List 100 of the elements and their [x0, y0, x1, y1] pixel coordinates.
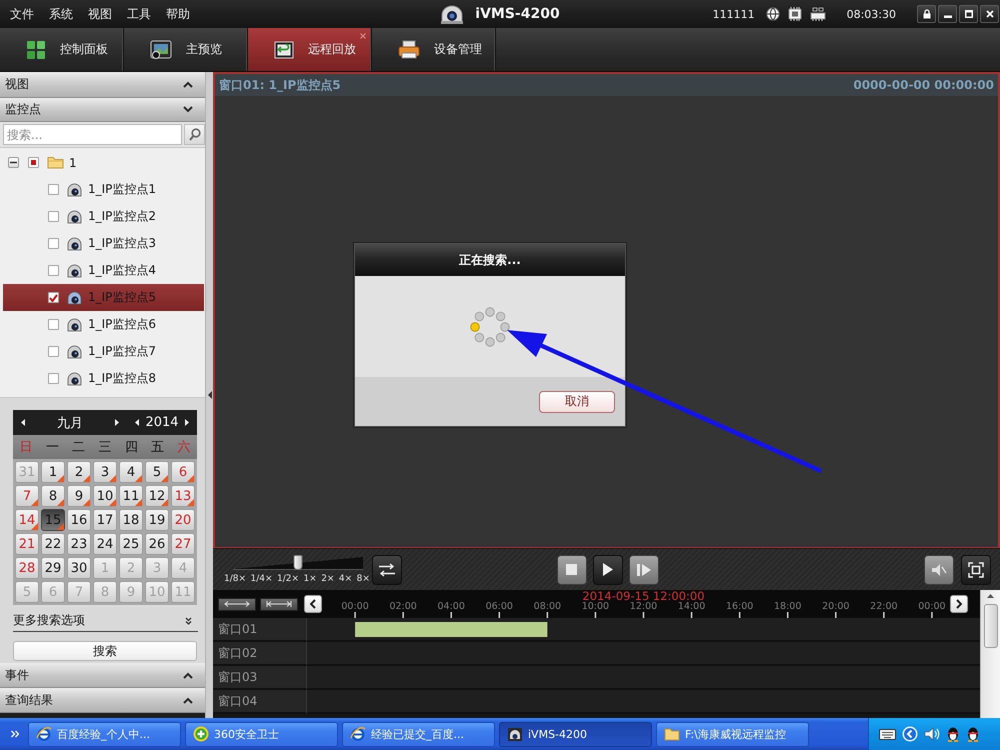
weekday-label: 二 — [72, 439, 86, 456]
tab[interactable]: 控制面板 — [0, 28, 124, 71]
calendar-day[interactable]: 13 — [171, 485, 195, 507]
calendar-day[interactable]: 11 — [119, 485, 143, 507]
zoom-fit-button[interactable] — [260, 598, 298, 610]
stop-icon — [566, 564, 577, 575]
step-forward-button[interactable] — [628, 554, 658, 584]
calendar-day[interactable]: 26 — [145, 533, 169, 555]
calendar-day[interactable]: 8 — [41, 485, 65, 507]
speaker-icon[interactable] — [924, 727, 940, 741]
chevron-right-icon — [956, 599, 962, 609]
calendar-day[interactable]: 1 — [41, 461, 65, 483]
calendar-day[interactable]: 9 — [67, 485, 91, 507]
penguin-icon[interactable] — [946, 726, 960, 742]
calendar-day[interactable]: 19 — [145, 509, 169, 531]
menu-item[interactable]: 工具 — [127, 6, 151, 22]
calendar-day[interactable]: 12 — [145, 485, 169, 507]
panel-header[interactable]: 视图 — [0, 72, 205, 98]
menu-item[interactable]: 帮助 — [166, 6, 190, 22]
search-button[interactable] — [184, 124, 205, 145]
checkbox[interactable] — [48, 265, 59, 276]
calendar-day[interactable]: 20 — [171, 509, 195, 531]
search-button[interactable]: 搜索 — [13, 641, 197, 661]
cancel-button[interactable]: 取消 — [539, 390, 615, 412]
tree-toggle[interactable] — [8, 157, 19, 168]
panel-header[interactable]: 监控点 — [0, 98, 205, 122]
more-options-toggle[interactable]: 更多搜索选项 — [13, 610, 198, 632]
taskbar-button[interactable]: 360安全卫士 — [185, 722, 338, 746]
speed-slider[interactable] — [233, 557, 363, 570]
calendar-day[interactable]: 5 — [145, 461, 169, 483]
tab[interactable]: 设备管理 — [372, 28, 496, 71]
calendar-day[interactable]: 24 — [93, 533, 117, 555]
tree-item[interactable]: 1_IP监控点4 — [3, 257, 204, 284]
lock-icon — [922, 9, 930, 19]
calendar-day[interactable]: 21 — [15, 533, 39, 555]
panel-header[interactable]: 查询结果 — [0, 688, 205, 713]
tab[interactable]: 远程回放 — [248, 28, 372, 71]
calendar-day[interactable]: 22 — [41, 533, 65, 555]
calendar-day[interactable]: 27 — [171, 533, 195, 555]
calendar-day[interactable]: 16 — [67, 509, 91, 531]
calendar-day[interactable]: 10 — [93, 485, 117, 507]
lock-button[interactable] — [917, 5, 936, 23]
tree-item[interactable]: 1 — [3, 149, 204, 176]
tree-item[interactable]: 1_IP监控点3 — [3, 230, 204, 257]
calendar-day[interactable]: 25 — [119, 533, 143, 555]
close-button[interactable] — [980, 5, 999, 23]
arrow-circle-icon[interactable] — [902, 726, 918, 742]
menu-item[interactable]: 文件 — [10, 6, 34, 22]
speed-settings-button[interactable] — [372, 554, 402, 584]
timeline-back-button[interactable] — [304, 595, 322, 613]
checkbox[interactable] — [48, 346, 59, 357]
calendar-day[interactable]: 4 — [119, 461, 143, 483]
zoom-out-button[interactable] — [218, 598, 256, 610]
checkbox[interactable] — [28, 157, 39, 168]
slider-thumb[interactable] — [294, 555, 302, 570]
calendar-day[interactable]: 30 — [67, 557, 91, 579]
calendar-day[interactable]: 3 — [93, 461, 117, 483]
tree-item[interactable]: 1_IP监控点7 — [3, 338, 204, 365]
checkbox[interactable] — [48, 373, 59, 384]
menu-item[interactable]: 系统 — [49, 6, 73, 22]
search-field[interactable]: 搜索... — [3, 124, 182, 145]
fullscreen-button[interactable] — [961, 554, 991, 584]
tick-label: 12:00 — [630, 601, 658, 612]
calendar-day[interactable]: 7 — [15, 485, 39, 507]
volume-button[interactable] — [924, 554, 954, 584]
scrollbar[interactable] — [980, 590, 1000, 718]
stop-button[interactable] — [556, 554, 586, 584]
tab[interactable]: 主预览 — [124, 28, 248, 71]
tree-item[interactable]: 1_IP监控点1 — [3, 176, 204, 203]
timestamp: 0000-00-00 00:00:00 — [853, 78, 994, 92]
calendar-day[interactable]: 6 — [171, 461, 195, 483]
calendar-day[interactable]: 28 — [15, 557, 39, 579]
keyboard-icon[interactable] — [879, 728, 896, 740]
tree-item[interactable]: 1_IP监控点6 — [3, 311, 204, 338]
tree-item[interactable]: 1_IP监控点8 — [3, 365, 204, 392]
menu-item[interactable]: 视图 — [88, 6, 112, 22]
checkbox[interactable] — [48, 292, 59, 303]
checkbox[interactable] — [48, 184, 59, 195]
scrollbar-thumb[interactable] — [984, 604, 998, 648]
checkbox[interactable] — [48, 319, 59, 330]
calendar-day[interactable]: 2 — [67, 461, 91, 483]
taskbar-button[interactable]: 百度经验_个人中... — [28, 722, 181, 746]
calendar-day[interactable]: 29 — [41, 557, 65, 579]
maximize-button[interactable] — [959, 5, 978, 23]
penguin-icon[interactable] — [966, 726, 980, 742]
taskbar-button[interactable]: 经验已提交_百度... — [342, 722, 495, 746]
play-button[interactable] — [592, 554, 622, 584]
tree-item[interactable]: 1_IP监控点2 — [3, 203, 204, 230]
double-chevron-right-icon[interactable] — [11, 730, 19, 738]
checkbox[interactable] — [48, 238, 59, 249]
taskbar-button[interactable]: iVMS-4200 — [499, 722, 652, 746]
calendar-day[interactable]: 18 — [119, 509, 143, 531]
checkbox[interactable] — [48, 211, 59, 222]
taskbar-button[interactable]: F:\海康威视远程监控 — [656, 722, 809, 746]
panel-header[interactable]: 事件 — [0, 663, 205, 688]
timeline-forward-button[interactable] — [950, 595, 968, 613]
calendar-day[interactable]: 23 — [67, 533, 91, 555]
calendar-day[interactable]: 17 — [93, 509, 117, 531]
calendar-day[interactable]: 14 — [15, 509, 39, 531]
minimize-button[interactable] — [938, 5, 957, 23]
